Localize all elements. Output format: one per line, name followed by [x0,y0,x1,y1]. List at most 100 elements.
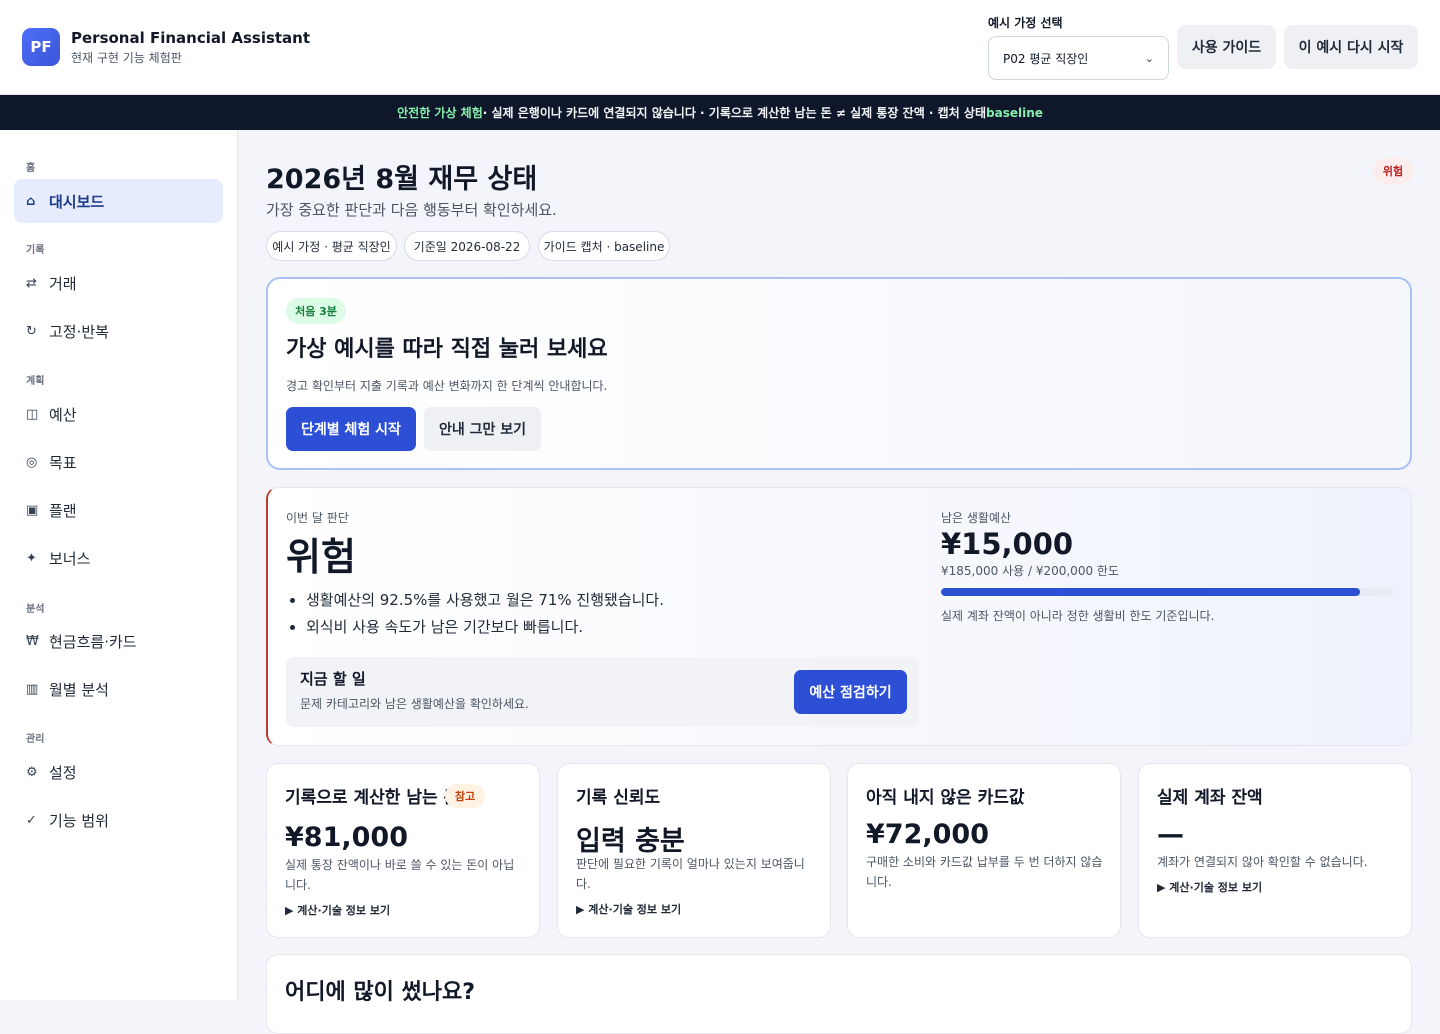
verdict-title: 위험 [286,535,356,579]
top-header: PF Personal Financial Assistant 현재 구현 기능… [0,0,1440,95]
sidebar-item[interactable]: ⌂ 대시보드 [14,179,223,223]
dismiss-guide-button[interactable]: 안내 그만 보기 [424,407,541,451]
spending-breakdown-title: 어디에 많이 썼나요? [285,980,476,1005]
sidebar-section-label: 분석 [26,604,45,615]
budget-note: 실제 계좌 잔액이 아니라 정한 생활비 한도 기준입니다. [941,609,1215,623]
next-action-description: 문제 카테고리와 남은 생활예산을 확인하세요. [300,697,529,711]
sidebar-item[interactable]: ◫ 예산 [14,392,223,436]
card-value: — [1157,819,1184,850]
remaining-budget-label: 남은 생활예산 [941,511,1012,525]
metric-card-leftover: 기록으로 계산한 남는 돈 참고 ¥81,000 실제 통장 잔액이나 바로 쓸… [266,763,540,938]
sidebar-item-label: 월별 분석 [49,680,109,699]
scenario-select-label: 예시 가정 선택 [988,16,1063,30]
onboarding-title: 가상 예시를 따라 직접 눌러 보세요 [286,337,608,362]
tech-info-toggle[interactable]: ▶ 계산·기술 정보 보기 [576,901,681,917]
check-budget-button[interactable]: 예산 점검하기 [794,670,907,714]
sidebar-item-label: 예산 [49,405,77,424]
onboarding-card: 처음 3분 가상 예시를 따라 직접 눌러 보세요 경고 확인부터 지출 기록과… [266,277,1412,470]
chip-capture: 가이드 캡처 · baseline [538,231,670,261]
tech-info-toggle[interactable]: ▶ 계산·기술 정보 보기 [285,902,390,918]
metric-card-unpaid-card: 아직 내지 않은 카드값 ¥72,000 구매한 소비와 카드값 납부를 두 번… [847,763,1121,938]
chevron-down-icon: ⌄ [1144,51,1154,65]
verdict-reason: 외식비 사용 속도가 남은 기간보다 빠릅니다. [306,616,664,643]
sidebar-item[interactable]: ↻ 고정·반복 [14,309,223,353]
reference-badge: 참고 [445,784,485,808]
notice-highlight: 안전한 가상 체험 [397,106,483,120]
sidebar-item[interactable]: ⚙ 설정 [14,750,223,794]
sidebar-item-label: 거래 [49,274,77,293]
scenario-select[interactable]: P02 평균 직장인 ⌄ [988,36,1169,80]
sidebar-item-label: 보너스 [49,549,91,568]
card-title: 기록으로 계산한 남는 돈 [285,788,460,808]
sidebar-item-label: 고정·반복 [49,322,109,341]
metric-card-reliability: 기록 신뢰도 입력 충분 판단에 필요한 기록이 얼마나 있는지 보여줍니다. … [557,763,831,938]
sparkle-icon: ✦ [26,550,37,566]
sidebar-item-label: 플랜 [49,501,77,520]
verdict-reason: 생활예산의 92.5%를 사용했고 월은 71% 진행됐습니다. [306,589,664,616]
card-value: ¥72,000 [866,819,989,850]
sidebar-item[interactable]: ▥ 월별 분석 [14,667,223,711]
budget-icon: ◫ [26,406,39,422]
sidebar-item[interactable]: ◎ 목표 [14,440,223,484]
app-logo: PF [22,28,60,66]
card-value: 입력 충분 [576,826,685,857]
card-description: 판단에 필요한 기록이 얼마나 있는지 보여줍니다. [576,857,805,891]
next-action-box: 지금 할 일 문제 카테고리와 남은 생활예산을 확인하세요. 예산 점검하기 [286,657,919,727]
guide-button[interactable]: 사용 가이드 [1177,25,1276,69]
card-value: ¥81,000 [285,822,408,853]
repeat-icon: ↻ [26,323,37,339]
restart-example-button[interactable]: 이 예시 다시 시작 [1284,25,1418,69]
next-action-title: 지금 할 일 [300,670,366,688]
gear-icon: ⚙ [26,764,38,780]
monthly-verdict-card: 이번 달 판단 위험 생활예산의 92.5%를 사용했고 월은 71% 진행됐습… [266,487,1412,746]
swap-icon: ⇄ [26,275,37,291]
notice-text: · 실제 은행이나 카드에 연결되지 않습니다 · 기록으로 계산한 남는 돈 … [482,106,986,120]
card-title: 실제 계좌 잔액 [1157,788,1263,808]
onboarding-description: 경고 확인부터 지출 기록과 예산 변화까지 한 단계씩 안내합니다. [286,379,608,393]
card-description: 실제 통장 잔액이나 바로 쓸 수 있는 돈이 아닙니다. [285,858,515,892]
onboarding-tag: 처음 3분 [286,298,346,324]
card-description: 계좌가 연결되지 않아 확인할 수 없습니다. [1157,855,1368,869]
card-title: 기록 신뢰도 [576,788,661,808]
sidebar-item[interactable]: ✓ 기능 범위 [14,798,223,842]
card-description: 구매한 소비와 카드값 납부를 두 번 더하지 않습니다. [866,855,1103,889]
sidebar-item[interactable]: ✦ 보너스 [14,536,223,580]
spending-breakdown-card: 어디에 많이 썼나요? [266,954,1412,1034]
app-title: Personal Financial Assistant [71,29,311,47]
won-icon: ₩ [26,633,39,649]
app-subtitle: 현재 구현 기능 체험판 [71,51,182,65]
plan-icon: ▣ [26,502,39,518]
safety-notice-bar: 안전한 가상 체험 · 실제 은행이나 카드에 연결되지 않습니다 · 기록으로… [0,95,1440,130]
sidebar-item[interactable]: ⇄ 거래 [14,261,223,305]
sidebar-section-label: 기록 [26,245,45,256]
home-icon: ⌂ [26,193,36,209]
target-icon: ◎ [26,454,38,470]
sidebar-item-label: 목표 [49,453,77,472]
budget-progress-bar [941,588,1394,596]
page-subtitle: 가장 중요한 판단과 다음 행동부터 확인하세요. [266,201,557,219]
verdict-label: 이번 달 판단 [286,511,349,525]
check-icon: ✓ [26,812,37,828]
verdict-reasons: 생활예산의 92.5%를 사용했고 월은 71% 진행됐습니다. 외식비 사용 … [306,589,664,643]
sidebar-item-label: 현금흐름·카드 [49,632,137,651]
chip-base-date: 기준일 2026-08-22 [404,231,530,261]
sidebar-item[interactable]: ▣ 플랜 [14,488,223,532]
tech-info-toggle[interactable]: ▶ 계산·기술 정보 보기 [1157,879,1262,895]
sidebar-item-label: 대시보드 [49,192,105,211]
chip-scenario: 예시 가정 · 평균 직장인 [266,231,397,261]
budget-progress-fill [941,588,1361,596]
page-title: 2026년 8월 재무 상태 [266,164,538,195]
card-title: 아직 내지 않은 카드값 [866,788,1025,808]
sidebar-section-label: 계획 [26,376,45,387]
budget-usage-text: ¥185,000 사용 / ¥200,000 한도 [941,564,1119,578]
sidebar-item[interactable]: ₩ 현금흐름·카드 [14,619,223,663]
sidebar-section-label: 홈 [26,163,36,174]
remaining-budget-amount: ¥15,000 [941,527,1074,561]
sidebar-item-label: 기능 범위 [49,811,109,830]
start-tour-button[interactable]: 단계별 체험 시작 [286,407,416,451]
status-badge: 위험 [1373,158,1413,184]
scenario-select-value: P02 평균 직장인 [1003,51,1089,66]
sidebar-section-label: 관리 [26,734,45,745]
sidebar-item-label: 설정 [49,763,77,782]
chart-icon: ▥ [26,681,39,697]
